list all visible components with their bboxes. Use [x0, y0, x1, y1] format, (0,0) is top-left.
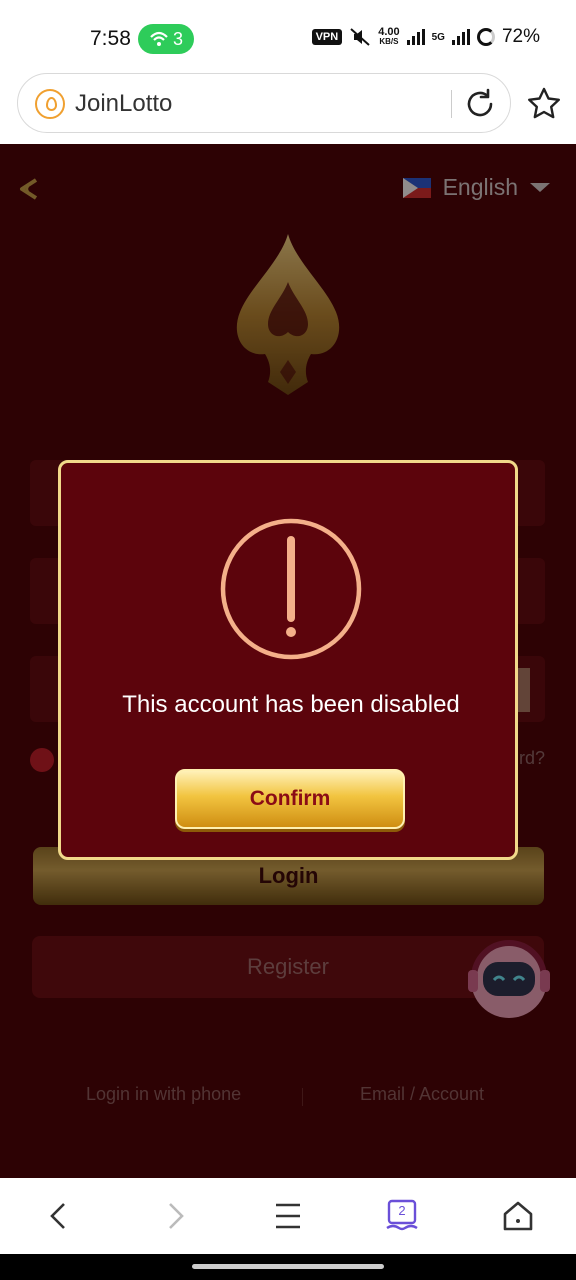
alert-dialog: This account has been disabled Confirm: [58, 460, 518, 860]
home-indicator[interactable]: [192, 1264, 384, 1269]
status-time: 7:58: [90, 27, 131, 50]
dialog-message: This account has been disabled: [122, 691, 460, 718]
status-icons: VPN 4.00 KB/S 5G 72%: [311, 26, 540, 48]
chevron-right-icon[interactable]: [154, 1196, 194, 1236]
status-bar: 7:58 3 VPN 4.00 KB/S 5G 72%: [0, 0, 576, 72]
vpn-badge: VPN: [311, 29, 343, 45]
site-drop-icon: [35, 89, 65, 119]
exclamation-circle-icon: [220, 518, 362, 660]
star-icon[interactable]: [526, 86, 562, 122]
web-page: English rd? Login Register Login in with…: [0, 144, 576, 1178]
browser-nav-bar: 2: [0, 1178, 576, 1254]
chevron-left-icon[interactable]: [40, 1196, 80, 1236]
url-text[interactable]: JoinLotto: [75, 90, 172, 118]
confirm-button[interactable]: Confirm: [175, 769, 405, 829]
hotspot-count: 3: [172, 28, 183, 49]
battery-level: 72%: [501, 26, 540, 47]
menu-icon[interactable]: [268, 1196, 308, 1236]
address-bar[interactable]: JoinLotto: [17, 73, 511, 133]
browser-toolbar: JoinLotto: [0, 72, 576, 144]
wifi-icon: [150, 31, 168, 46]
signal-icon: [406, 29, 425, 45]
mute-icon: [350, 28, 370, 46]
tabs-button[interactable]: 2: [382, 1196, 422, 1236]
network-type: 5G: [431, 31, 445, 43]
home-icon[interactable]: [498, 1196, 538, 1236]
battery-icon: [476, 28, 495, 46]
reload-icon[interactable]: [463, 87, 497, 121]
address-divider: [451, 90, 452, 118]
signal-icon-2: [451, 29, 470, 45]
network-speed: 4.00 KB/S: [378, 26, 400, 47]
tabs-count: 2: [398, 1203, 406, 1218]
system-home-bar: [0, 1254, 576, 1280]
hotspot-badge: 3: [138, 24, 194, 54]
